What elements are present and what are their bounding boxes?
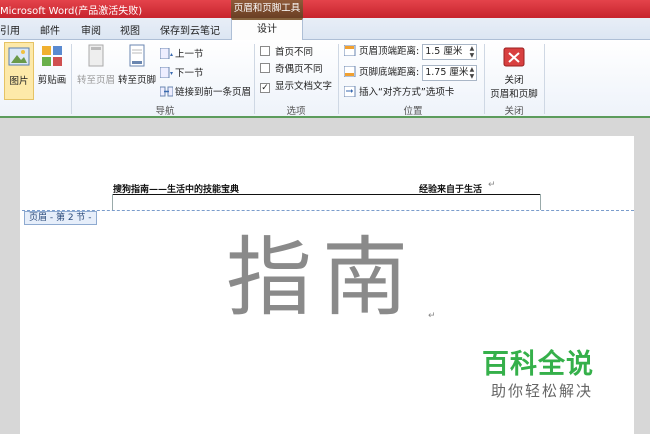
tab-review[interactable]: 审阅 (81, 22, 101, 37)
header-boundary (112, 194, 113, 210)
link-to-previous-button[interactable]: 链接到前一条页眉 (160, 84, 251, 98)
alignment-tab-icon (344, 86, 356, 97)
title-bar: Microsoft Word(产品激活失败) 页眉和页脚工具 (0, 0, 650, 18)
picture-label: 图片 (9, 76, 29, 87)
close-header-footer-button[interactable]: 关闭 页眉和页脚 (488, 42, 540, 100)
spinner-arrows-icon[interactable]: ▲ ▼ (470, 45, 475, 59)
header-underline (112, 194, 541, 195)
header-distance-control: 页眉顶端距离: 1.5 厘米 ▲ ▼ (344, 43, 478, 60)
show-document-text-checkbox[interactable]: ✓ 显示文档文字 (260, 78, 332, 93)
page-footer-icon (129, 44, 145, 67)
close-group-label: 关闭 (504, 106, 524, 117)
footer-position-icon (344, 66, 356, 77)
clipart-button[interactable]: 剪贴画 (37, 42, 67, 86)
group-separator (338, 44, 339, 114)
footer-distance-control: 页脚底端距离: 1.75 厘米 ▲ ▼ (344, 64, 478, 81)
picture-icon (8, 47, 30, 66)
navigation-group-label: 导航 (155, 106, 175, 117)
group-separator (71, 44, 72, 114)
tab-view[interactable]: 视图 (120, 22, 140, 37)
header-section-tag: 页眉 - 第 2 节 - (24, 211, 97, 225)
next-section-icon (160, 67, 173, 78)
page-header-icon (88, 44, 104, 67)
context-tool-title: 页眉和页脚工具 (231, 0, 303, 18)
link-icon (160, 86, 173, 97)
next-section-button[interactable]: 下一节 (160, 65, 204, 79)
clipart-icon (42, 46, 62, 66)
goto-footer-label: 转至页脚 (117, 75, 156, 86)
tab-references[interactable]: 引用 (0, 22, 20, 37)
header-distance-input[interactable]: 1.5 厘米 ▲ ▼ (422, 43, 478, 60)
group-separator (254, 44, 255, 114)
previous-section-icon (160, 48, 173, 59)
checkbox-unchecked-icon (260, 46, 270, 56)
window-title: Microsoft Word(产品激活失败) (0, 6, 143, 17)
close-label-line2: 页眉和页脚 (490, 89, 538, 100)
close-label-line1: 关闭 (504, 75, 524, 86)
goto-footer-button[interactable]: 转至页脚 (117, 42, 157, 86)
header-position-icon (344, 45, 356, 56)
tab-save-to-cloud[interactable]: 保存到云笔记 (160, 22, 220, 37)
ribbon: 图片 剪贴画 转至页眉 转至页脚 上一节 下一节 链接到前一条页眉 导航 首页不… (0, 40, 650, 118)
different-first-page-checkbox[interactable]: 首页不同 (260, 44, 313, 58)
ribbon-tab-row: 引用 邮件 审阅 视图 保存到云笔记 设计 (0, 18, 650, 41)
goto-header-button[interactable]: 转至页眉 (76, 42, 116, 86)
checkbox-unchecked-icon (260, 63, 270, 73)
header-paragraph-mark: ↵ (488, 180, 496, 190)
body-paragraph-mark: ↵ (428, 311, 436, 321)
document-body-text[interactable]: 指南 (226, 228, 418, 328)
picture-button[interactable]: 图片 (4, 42, 34, 100)
tab-mailings[interactable]: 邮件 (40, 22, 60, 37)
watermark-title: 百科全说 (482, 349, 594, 380)
checkmark-icon: ✓ (260, 83, 270, 93)
watermark-subtitle: 助你轻松解决 (491, 382, 594, 400)
previous-section-button[interactable]: 上一节 (160, 46, 204, 60)
close-icon (503, 47, 525, 67)
group-separator (544, 44, 545, 114)
options-group-label: 选项 (286, 106, 306, 117)
insert-alignment-tab-button[interactable]: 插入“对齐方式”选项卡 (344, 84, 454, 98)
different-odd-even-checkbox[interactable]: 奇偶页不同 (260, 61, 323, 75)
spinner-arrows-icon[interactable]: ▲ ▼ (470, 66, 475, 80)
position-group-label: 位置 (403, 106, 423, 117)
tab-design[interactable]: 设计 (231, 18, 303, 41)
header-boundary-dashed-line (22, 210, 634, 211)
clipart-label: 剪贴画 (37, 75, 67, 86)
group-separator (484, 44, 485, 114)
footer-distance-input[interactable]: 1.75 厘米 ▲ ▼ (422, 64, 478, 81)
header-boundary (540, 194, 541, 210)
goto-header-label: 转至页眉 (76, 75, 115, 86)
